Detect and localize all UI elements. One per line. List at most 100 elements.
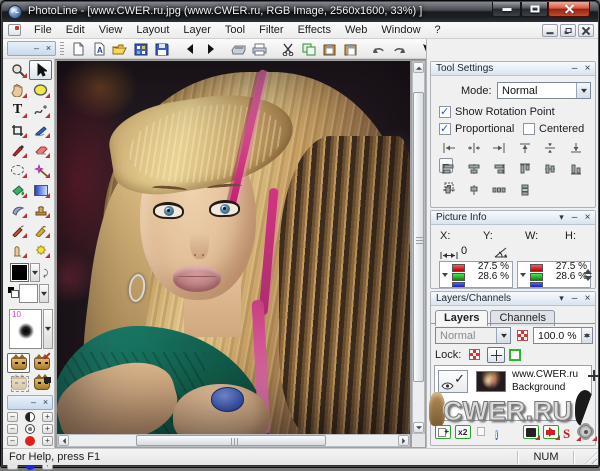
copy-layer-button[interactable]	[475, 425, 491, 439]
lock-transparency-icon[interactable]	[469, 349, 480, 360]
red-minus-button[interactable]	[7, 436, 18, 446]
layer-style-button[interactable]: S	[563, 425, 579, 439]
brush-tool-icon[interactable]	[6, 140, 29, 160]
color-right-dropdown[interactable]	[519, 271, 528, 280]
scroll-up-button[interactable]	[413, 62, 424, 73]
align-bottom-button[interactable]	[566, 140, 585, 155]
distribute-center-v-button[interactable]	[541, 161, 560, 176]
color-readout-right[interactable]: 27.5 % 28.6 %	[517, 261, 591, 288]
horizontal-scroll-thumb[interactable]	[136, 435, 326, 446]
copy-button[interactable]	[298, 40, 319, 58]
undo-button[interactable]	[368, 40, 389, 58]
paste-button[interactable]	[319, 40, 340, 58]
pan-tool-icon[interactable]	[6, 80, 29, 100]
menu-tool[interactable]: Tool	[218, 22, 252, 38]
distribute-right-button[interactable]	[490, 161, 509, 176]
mask-edit-button[interactable]	[30, 353, 53, 373]
brightness-plus-button[interactable]	[42, 424, 53, 434]
foreground-color-swatch[interactable]	[10, 263, 29, 282]
title-bar[interactable]: PL PhotoLine - [www.CWER.ru.jpg (www.CWE…	[2, 2, 598, 22]
contrast-minus-button[interactable]	[7, 412, 18, 422]
mode-dropdown-icon[interactable]	[576, 83, 590, 98]
contrast-plus-button[interactable]	[42, 412, 53, 422]
proportional-checkbox[interactable]	[439, 123, 451, 135]
layer-settings-button[interactable]	[579, 425, 595, 439]
color-readout-left[interactable]: 27.5 % 28.6 %	[439, 261, 513, 288]
retouch-tool-icon[interactable]	[6, 200, 29, 220]
menu-layout[interactable]: Layout	[129, 22, 176, 38]
new-document-button[interactable]	[67, 40, 88, 58]
color-readout-spinner[interactable]	[583, 263, 592, 287]
print-button[interactable]	[249, 40, 270, 58]
adjust-palette-titlebar[interactable]	[7, 395, 53, 410]
menu-web[interactable]: Web	[338, 22, 374, 38]
merge-layer-button[interactable]	[543, 425, 559, 439]
mdi-restore-button[interactable]	[560, 24, 576, 37]
brush-preview[interactable]: 10	[9, 309, 42, 349]
mdi-close-button[interactable]	[578, 24, 594, 37]
scan-button[interactable]	[228, 40, 249, 58]
eraser-tool-icon[interactable]	[29, 140, 52, 160]
red-plus-button[interactable]	[42, 436, 53, 446]
document-icon[interactable]	[8, 24, 21, 36]
finger-tool-icon[interactable]	[6, 240, 29, 260]
same-width-button[interactable]	[439, 182, 458, 197]
photo-image[interactable]	[57, 61, 410, 434]
distribute-center-h-button[interactable]	[464, 161, 483, 176]
distribute-left-button[interactable]	[439, 161, 458, 176]
tool-palette-titlebar[interactable]	[7, 41, 56, 56]
menu-help[interactable]: ?	[428, 22, 448, 38]
menu-layer[interactable]: Layer	[176, 22, 218, 38]
align-center-v-button[interactable]	[541, 140, 560, 155]
tool-settings-close-icon[interactable]	[583, 63, 592, 74]
align-top-button[interactable]	[515, 140, 534, 155]
picture-info-minimize-icon[interactable]	[570, 212, 579, 223]
align-right-button[interactable]	[490, 140, 509, 155]
distribute-top-button[interactable]	[515, 161, 534, 176]
open-button[interactable]	[109, 40, 130, 58]
bezier-tool-icon[interactable]	[29, 100, 52, 120]
adjust-close-icon[interactable]	[41, 397, 50, 407]
lock-frame-button[interactable]	[509, 349, 521, 361]
menu-filter[interactable]: Filter	[252, 22, 290, 38]
picture-info-close-icon[interactable]	[583, 212, 592, 223]
mask-selection-button[interactable]	[7, 373, 30, 393]
blend-mode-dropdown-icon[interactable]	[496, 328, 510, 343]
layers-minimize-icon[interactable]	[570, 293, 579, 304]
show-rotation-point-checkbox[interactable]	[439, 106, 451, 118]
layers-header[interactable]: Layers/Channels	[431, 292, 595, 306]
align-center-h-button[interactable]	[464, 140, 483, 155]
window-minimize-button[interactable]	[492, 2, 521, 17]
tool-settings-minimize-icon[interactable]	[570, 63, 579, 74]
layer-row-background[interactable]: www.CWER.ru Background	[436, 368, 590, 396]
foreground-color-dropdown[interactable]	[30, 263, 40, 282]
save-button[interactable]	[151, 40, 172, 58]
window-maximize-button[interactable]	[521, 2, 548, 17]
layers-close-icon[interactable]	[583, 293, 592, 304]
background-color-swatch[interactable]	[19, 284, 38, 303]
fill-tool-icon[interactable]	[6, 180, 29, 200]
blend-mode-combobox[interactable]: Normal	[435, 327, 511, 344]
crop-tool-icon[interactable]	[6, 120, 29, 140]
eye-icon[interactable]	[441, 377, 454, 395]
adjust-minimize-icon[interactable]	[29, 397, 38, 407]
window-close-button[interactable]	[548, 2, 590, 17]
same-height-button[interactable]	[464, 182, 483, 197]
layer-mask-button[interactable]	[523, 425, 539, 439]
resize-grip[interactable]	[585, 452, 597, 464]
zoom-tool-icon[interactable]	[6, 60, 29, 80]
magic-wand-tool-icon[interactable]	[29, 160, 52, 180]
layers-menu-icon[interactable]	[557, 293, 566, 304]
lighten-tool-icon[interactable]	[29, 240, 52, 260]
mask-layer-button[interactable]	[30, 373, 53, 393]
text-tool-icon[interactable]: T	[6, 100, 29, 120]
default-colors-icon[interactable]	[8, 287, 18, 297]
distribute-bottom-button[interactable]	[566, 161, 585, 176]
tab-layers[interactable]: Layers	[435, 310, 488, 326]
layer-visibility-box[interactable]	[438, 370, 468, 393]
swap-colors-icon[interactable]	[43, 263, 53, 275]
transparency-checker-icon[interactable]	[517, 330, 528, 341]
tool-settings-header[interactable]: Tool Settings	[431, 62, 595, 76]
airbrush-tool-icon[interactable]	[29, 120, 52, 140]
picture-info-header[interactable]: Picture Info	[431, 211, 595, 225]
